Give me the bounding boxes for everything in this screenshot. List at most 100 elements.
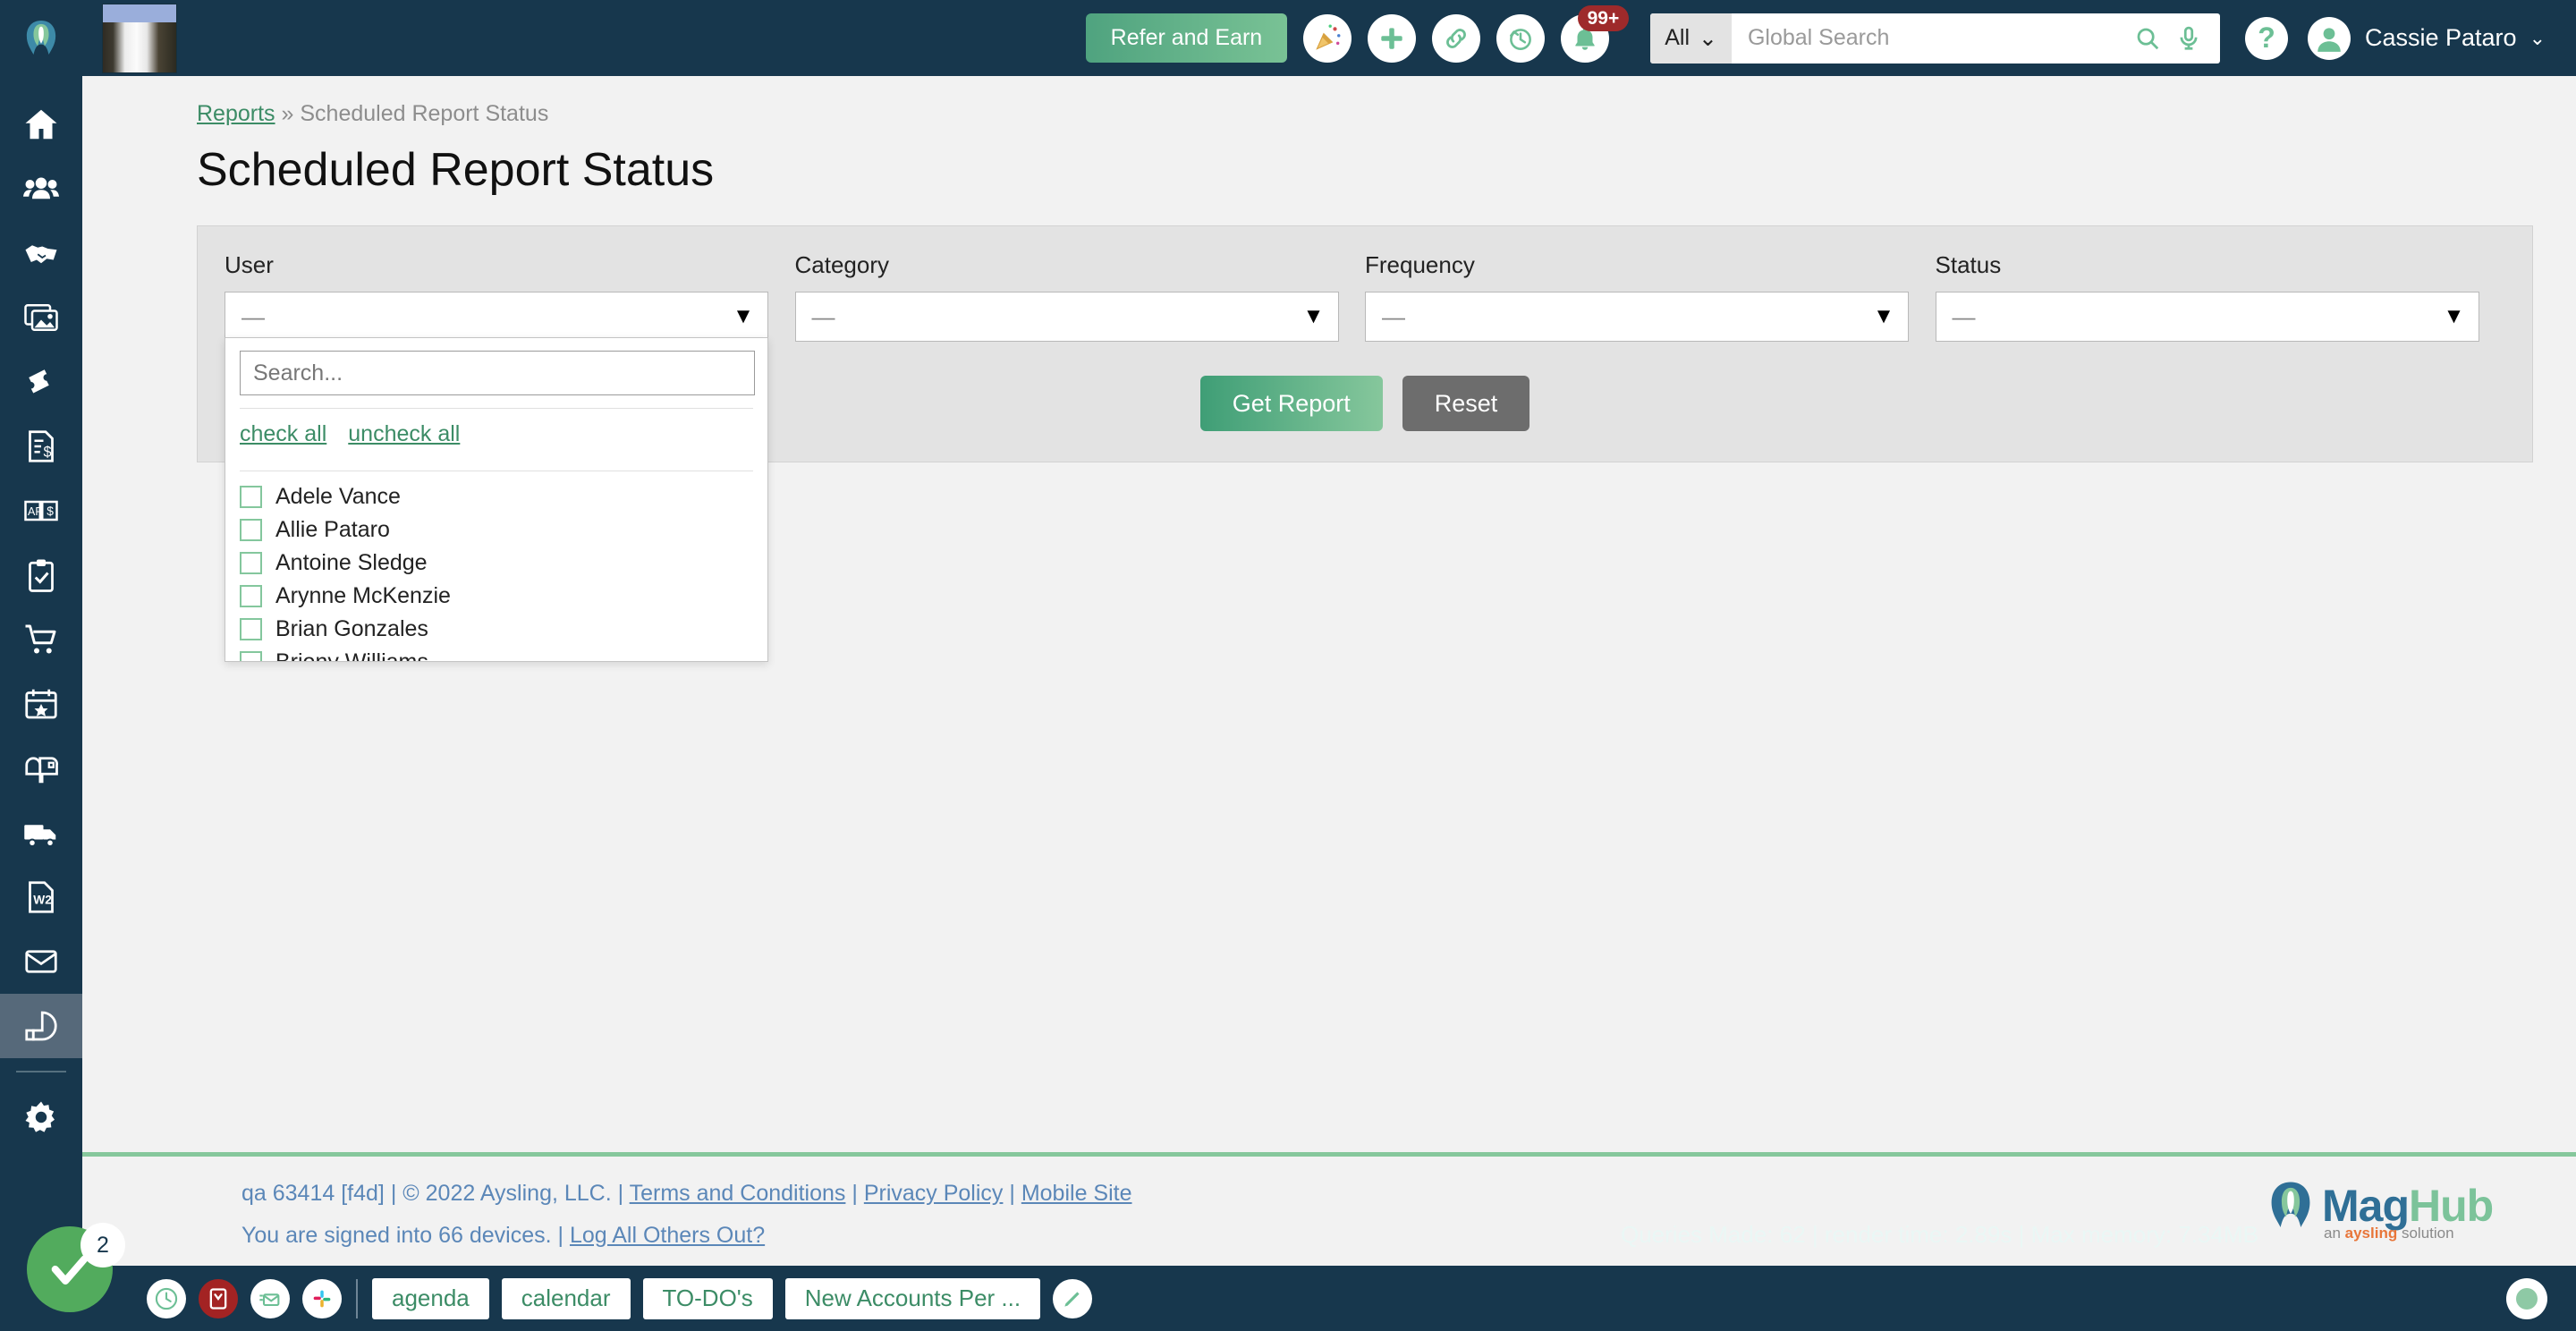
sidebar-item-tasks[interactable] xyxy=(0,543,82,607)
pencil-icon[interactable] xyxy=(1053,1278,1093,1318)
frequency-select-caret-down-icon[interactable]: ▼ xyxy=(1860,292,1908,341)
sidebar-item-home[interactable] xyxy=(0,92,82,157)
terms-link[interactable]: Terms and Conditions xyxy=(630,1181,846,1206)
sidebar-item-email[interactable] xyxy=(0,929,82,994)
sidebar-item-contacts[interactable] xyxy=(0,157,82,221)
taskbar-tab-todos[interactable]: TO-DO's xyxy=(642,1277,773,1319)
checkbox-icon[interactable] xyxy=(240,552,262,574)
taskbar-tab-agenda[interactable]: agenda xyxy=(372,1277,489,1319)
sidebar-item-events[interactable] xyxy=(0,672,82,736)
history-clock-icon[interactable] xyxy=(1496,13,1546,63)
sidebar-item-tickets[interactable] xyxy=(0,350,82,414)
user-dropdown-search-input[interactable] xyxy=(240,351,755,395)
breadcrumb-link-reports[interactable]: Reports xyxy=(197,101,275,126)
user-option-label: Adele Vance xyxy=(275,484,401,509)
toggle-icon[interactable] xyxy=(2506,1277,2547,1319)
checkbox-icon[interactable] xyxy=(240,585,262,607)
envelope-note-icon[interactable] xyxy=(250,1278,290,1318)
user-select[interactable]: — ▼ xyxy=(225,292,768,342)
sidebar-item-reports[interactable] xyxy=(0,994,82,1058)
username-label[interactable]: Cassie Pataro xyxy=(2365,24,2517,52)
clock-glyph xyxy=(155,1287,178,1310)
sidebar-item-w2[interactable]: W2 xyxy=(0,865,82,929)
category-select[interactable]: — ▼ xyxy=(794,292,1339,342)
footer-perf-stats: Queries Made: 62 | render time: 2.89s | … xyxy=(1621,1221,2258,1248)
status-select[interactable]: — ▼ xyxy=(1935,292,2479,342)
sidebar-item-sales[interactable] xyxy=(0,221,82,285)
search-scope-dropdown[interactable]: All ⌄ xyxy=(1650,13,1732,64)
sidebar-item-media[interactable] xyxy=(0,285,82,350)
w2-document-icon: W2 xyxy=(29,881,54,913)
user-menu-chevron-down-icon[interactable]: ⌄ xyxy=(2529,27,2546,50)
global-search-input[interactable] xyxy=(1731,13,2116,64)
maghub-logo-icon xyxy=(2271,1182,2310,1227)
sidebar-item-mailbox[interactable] xyxy=(0,736,82,801)
taskbar-tab-calendar[interactable]: calendar xyxy=(501,1277,631,1319)
sidebar-item-settings[interactable] xyxy=(0,1085,82,1149)
mobile-site-link[interactable]: Mobile Site xyxy=(1021,1181,1132,1206)
bottom-taskbar: 2 agenda calendar TO-DO's New Accounts P… xyxy=(0,1223,2576,1331)
checkbox-icon[interactable] xyxy=(240,519,262,541)
app-logo[interactable] xyxy=(0,0,82,76)
frequency-select[interactable]: — ▼ xyxy=(1365,292,1909,342)
devices-count-text: You are signed into 66 devices. xyxy=(242,1223,552,1248)
taskbar-tab-new-accounts[interactable]: New Accounts Per ... xyxy=(784,1277,1041,1319)
user-select-caret-down-icon[interactable]: ▼ xyxy=(719,292,767,341)
list-item[interactable]: Briony Williams xyxy=(240,646,767,662)
sidebar-item-shipping[interactable] xyxy=(0,801,82,865)
status-select-value: — xyxy=(1952,302,1976,330)
checkbox-icon[interactable] xyxy=(240,651,262,661)
party-popper-icon[interactable] xyxy=(1303,13,1352,63)
link-icon[interactable] xyxy=(1432,13,1481,63)
user-option-label: Briony Williams xyxy=(275,649,428,662)
checkbox-icon[interactable] xyxy=(240,486,262,508)
invoice-dollar-icon: $ xyxy=(29,430,54,462)
refer-and-earn-button[interactable]: Refer and Earn xyxy=(1085,13,1288,63)
taskbar-divider xyxy=(356,1278,358,1318)
list-item[interactable]: Adele Vance xyxy=(240,480,767,513)
check-all-link[interactable]: check all xyxy=(240,421,326,447)
svg-text:$: $ xyxy=(44,444,52,460)
reset-button[interactable]: Reset xyxy=(1402,376,1530,431)
footer-sep: | xyxy=(390,1181,403,1206)
footer-sep: | xyxy=(1009,1181,1021,1206)
sidebar-item-invoices[interactable]: $ xyxy=(0,414,82,479)
help-icon[interactable]: ? xyxy=(2244,16,2288,60)
list-item[interactable]: Arynne McKenzie xyxy=(240,580,767,613)
get-report-button[interactable]: Get Report xyxy=(1199,376,1383,431)
filter-frequency-label: Frequency xyxy=(1365,251,1475,278)
approvals-check-button[interactable]: 2 xyxy=(27,1223,125,1312)
filter-category: Category — ▼ xyxy=(794,251,1366,342)
checkbox-icon[interactable] xyxy=(240,618,262,640)
clock-icon[interactable] xyxy=(147,1278,186,1318)
category-select-caret-down-icon[interactable]: ▼ xyxy=(1290,292,1338,341)
list-item[interactable]: Brian Gonzales xyxy=(240,613,767,646)
list-item[interactable]: Allie Pataro xyxy=(240,513,767,547)
home-icon xyxy=(25,109,57,140)
sidebar-item-orders[interactable] xyxy=(0,607,82,672)
filter-user-label: User xyxy=(225,251,274,278)
search-icon[interactable] xyxy=(2134,25,2161,52)
maghub-footer-logo: Mag Hub an aysling solution xyxy=(2265,1180,2494,1242)
add-plus-icon[interactable] xyxy=(1368,13,1417,63)
privacy-link[interactable]: Privacy Policy xyxy=(864,1181,1004,1206)
tagline-brand: aysling xyxy=(2344,1225,2398,1242)
notification-bell-icon[interactable]: 99+ xyxy=(1561,4,1630,63)
microphone-icon[interactable] xyxy=(2175,25,2202,52)
gear-icon xyxy=(25,1101,55,1132)
plus-glyph xyxy=(1381,27,1402,49)
sidebar-item-accounts-payable[interactable]: AP $ xyxy=(0,479,82,543)
user-avatar[interactable] xyxy=(2307,16,2351,60)
list-item[interactable]: Antoine Sledge xyxy=(240,547,767,580)
breadcrumb-separator: » xyxy=(281,101,294,126)
status-select-caret-down-icon[interactable]: ▼ xyxy=(2430,292,2479,341)
inbox-alert-icon[interactable] xyxy=(199,1278,238,1318)
images-icon xyxy=(24,304,58,331)
slack-icon[interactable] xyxy=(302,1278,342,1318)
footer-sep: | xyxy=(852,1181,864,1206)
log-all-others-out-link[interactable]: Log All Others Out? xyxy=(570,1223,765,1248)
footer-devices-line: You are signed into 66 devices. | Log Al… xyxy=(242,1223,765,1249)
footer-build: qa 63414 [f4d] xyxy=(242,1181,385,1206)
main-content: Reports » Scheduled Report Status Schedu… xyxy=(82,76,2576,1152)
uncheck-all-link[interactable]: uncheck all xyxy=(348,421,460,447)
